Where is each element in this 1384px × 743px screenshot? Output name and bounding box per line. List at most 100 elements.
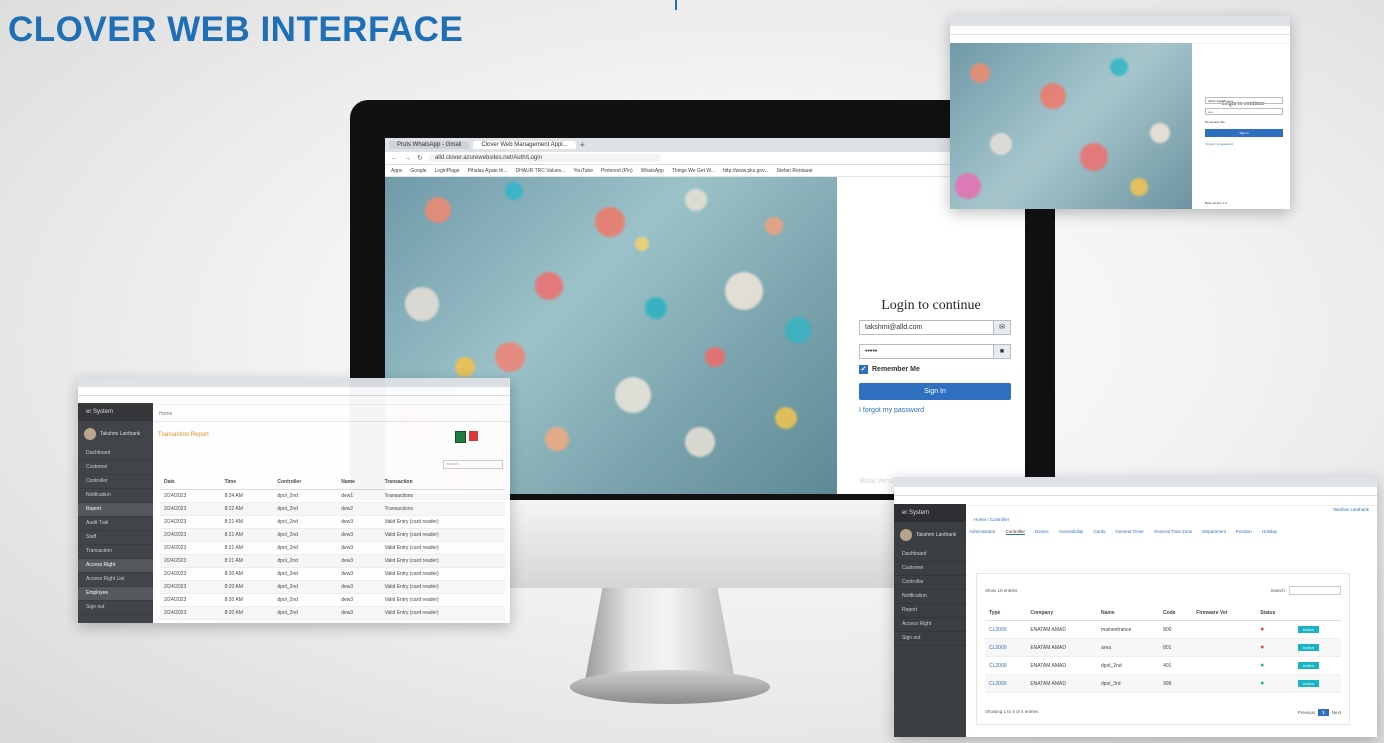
search-input[interactable]: Search [443, 460, 503, 469]
pdf-export-icon[interactable] [469, 431, 478, 441]
sidebar-item-report[interactable]: Report [894, 604, 966, 618]
sidebar-item-transaction[interactable]: Transaction [78, 545, 153, 559]
sidebar-item-access-right[interactable]: Access Right [78, 559, 153, 573]
sign-in-button[interactable]: Sign In [1205, 129, 1283, 137]
cell: Valid Entry (card reader) [380, 515, 505, 529]
url-field[interactable]: alld.clover.azurewebsites.net/Auth/Login [428, 154, 661, 162]
excel-export-icon[interactable] [455, 431, 466, 443]
type-link[interactable]: CL2000 [985, 638, 1027, 657]
password-field[interactable]: ••••• [1205, 108, 1283, 115]
action-button[interactable]: Action [1297, 644, 1319, 651]
sidebar-item-notification[interactable]: Notification [78, 489, 153, 503]
sidebar-item-access-right[interactable]: Access Right [894, 618, 966, 632]
bookmark-item[interactable]: Things We Get W... [672, 168, 715, 174]
sidebar-item-access-right-list[interactable]: Access Right List [78, 573, 153, 587]
reload-icon[interactable]: ↻ [417, 154, 423, 162]
cell: 8:20 AM [220, 567, 274, 581]
tab-general-timer[interactable]: General Timer [1115, 529, 1144, 535]
cell: Valid Entry (card reader) [380, 606, 505, 620]
column-header[interactable]: Date [160, 475, 221, 490]
forgot-password-link[interactable]: I forgot my password [859, 407, 924, 414]
page-length-select[interactable]: Show 10 entries [985, 588, 1017, 593]
sidebar-item-dashboard[interactable]: Dashboard [894, 548, 966, 562]
sidebar-item-notification[interactable]: Notification [894, 590, 966, 604]
tab-controller[interactable]: Controller [1005, 529, 1026, 535]
bookmark-item[interactable]: YouTube [573, 168, 593, 174]
type-link[interactable]: CL2000 [985, 656, 1027, 675]
password-field[interactable]: ••••• ■ [859, 344, 1011, 359]
tab-position[interactable]: Position [1236, 529, 1252, 535]
column-header[interactable]: Company [1026, 606, 1098, 621]
tab-device[interactable]: Device [1035, 529, 1049, 535]
table-header-row: Date Time Controller Name Transaction [160, 475, 505, 490]
column-header[interactable]: Name [337, 475, 381, 490]
action-cell: Action [1293, 674, 1341, 693]
pager-page-1[interactable]: 1 [1318, 709, 1329, 716]
bookmark-item[interactable]: WhatsApp [641, 168, 664, 174]
sidebar-item-controller[interactable]: Controller [78, 475, 153, 489]
bookmark-item[interactable]: Google [410, 168, 426, 174]
pager-previous[interactable]: Previous [1298, 710, 1316, 715]
sidebar-item-sign-out[interactable]: Sign out [78, 601, 153, 615]
column-header[interactable]: Firmware Ver [1192, 606, 1257, 621]
bookmark-item[interactable]: LoginPlage [435, 168, 460, 174]
tab-cards[interactable]: Cards [1093, 529, 1105, 535]
bokeh-background-image [950, 43, 1192, 209]
sidebar-item-audit-trail[interactable]: Audit Trail [78, 517, 153, 531]
remember-me-checkbox[interactable]: Remember Me [1205, 120, 1225, 124]
sidebar-item-report[interactable]: Report [78, 503, 153, 517]
bookmark-item[interactable]: Stefan Rentauer [777, 168, 813, 174]
email-field[interactable]: takshmi@alld.com [1205, 97, 1283, 104]
tab-department[interactable]: Department [1202, 529, 1226, 535]
bookmark-item[interactable]: Apps [391, 168, 402, 174]
tab-holiday[interactable]: Holiday [1262, 529, 1277, 535]
tab-accessibility[interactable]: Accessibility [1059, 529, 1084, 535]
column-header[interactable]: Type [985, 606, 1027, 621]
pager-next[interactable]: Next [1332, 710, 1341, 715]
sidebar-item-customer[interactable]: Customer [78, 461, 153, 475]
email-field[interactable]: takshmi@alld.com ✉ [859, 320, 1011, 335]
action-button[interactable]: Action [1297, 662, 1319, 669]
tab-general-time-zone[interactable]: General Time Zone [1154, 529, 1193, 535]
sidebar-item-employee[interactable]: Employee [78, 587, 153, 601]
bookmark-item[interactable]: Pinterest (Pin) [601, 168, 633, 174]
sidebar-item-dashboard[interactable]: Dashboard [78, 447, 153, 461]
sidebar-item-controller[interactable]: Controller [894, 576, 966, 590]
sign-in-button[interactable]: Sign In [859, 383, 1011, 400]
bookmark-item[interactable]: http://www.pks.gov... [723, 168, 768, 174]
sidebar-item-staff[interactable]: Staff [78, 531, 153, 545]
forward-icon[interactable]: → [404, 155, 411, 162]
cell: area [1097, 638, 1160, 657]
tab-administrator[interactable]: Administrator [969, 529, 996, 535]
sidebar-item-sign-out[interactable]: Sign out [894, 632, 966, 646]
back-icon[interactable]: ← [391, 155, 398, 162]
browser-tab-active[interactable]: Clover Web Management Appl... [473, 141, 576, 149]
avatar [900, 529, 912, 541]
checkbox-checked-icon[interactable]: ✓ [859, 365, 868, 374]
cell: dew3 [337, 541, 381, 555]
forgot-password-link[interactable]: I forgot my password [1205, 142, 1233, 146]
column-header[interactable]: Time [220, 475, 274, 490]
new-tab-icon[interactable]: + [580, 140, 585, 150]
remember-me-checkbox[interactable]: ✓ Remember Me [859, 365, 920, 374]
column-header[interactable]: Controller [273, 475, 338, 490]
table-info: Showing 1 to 4 of 4 entries [985, 709, 1039, 714]
column-header[interactable]: Code [1159, 606, 1193, 621]
type-link[interactable]: CL2000 [985, 674, 1027, 693]
controller-table-card: Show 10 entries Search: Type Company Nam… [976, 573, 1350, 725]
account-menu[interactable]: Takshmi Lanthank [1333, 507, 1369, 512]
bookmark-item[interactable]: DHAUR TRC Values... [516, 168, 566, 174]
action-button[interactable]: Action [1297, 680, 1319, 687]
type-link[interactable]: CL2000 [985, 620, 1027, 639]
column-header[interactable]: Name [1097, 606, 1160, 621]
browser-tab[interactable]: Pruts WhatsApp - Gmail [389, 141, 470, 149]
column-header[interactable]: Transaction [380, 475, 505, 490]
action-button[interactable]: Action [1297, 626, 1319, 633]
table-row: 2/24/2023 8:20 AM dpol_2nd dew3 Valid Entry … [160, 606, 505, 620]
cell: dpol_2nd [273, 580, 338, 594]
search-box[interactable] [1289, 586, 1341, 595]
sidebar-item-customer[interactable]: Customer [894, 562, 966, 576]
column-header[interactable]: Status [1256, 606, 1294, 621]
search-input[interactable]: Search: [1270, 586, 1341, 595]
bookmark-item[interactable]: Pihalas Ayate th... [468, 168, 508, 174]
